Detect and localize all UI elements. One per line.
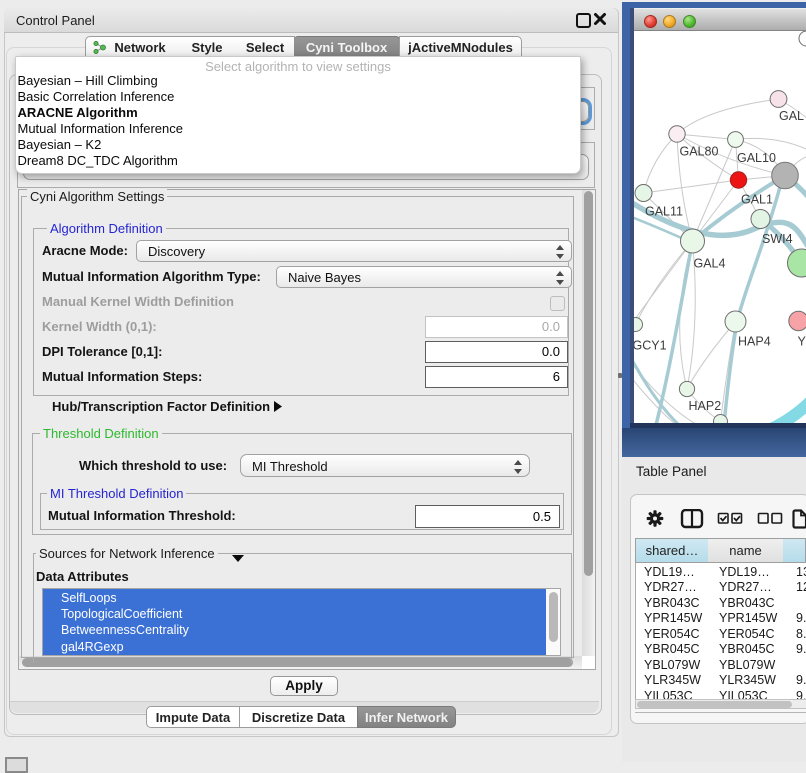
svg-text:HAP4: HAP4: [738, 335, 771, 349]
svg-text:GCY1: GCY1: [634, 339, 667, 353]
svg-text:GAL10: GAL10: [737, 151, 776, 165]
svg-text:SWI4: SWI4: [762, 232, 793, 246]
svg-text:GAL1: GAL1: [741, 193, 773, 207]
svg-text:GAL4: GAL4: [694, 257, 726, 271]
svg-text:GAL11: GAL11: [645, 205, 683, 219]
svg-text:GAL: GAL: [779, 109, 804, 123]
svg-text:GAL80: GAL80: [680, 145, 719, 159]
svg-text:Y: Y: [798, 335, 806, 349]
svg-text:HAP2: HAP2: [689, 399, 722, 413]
